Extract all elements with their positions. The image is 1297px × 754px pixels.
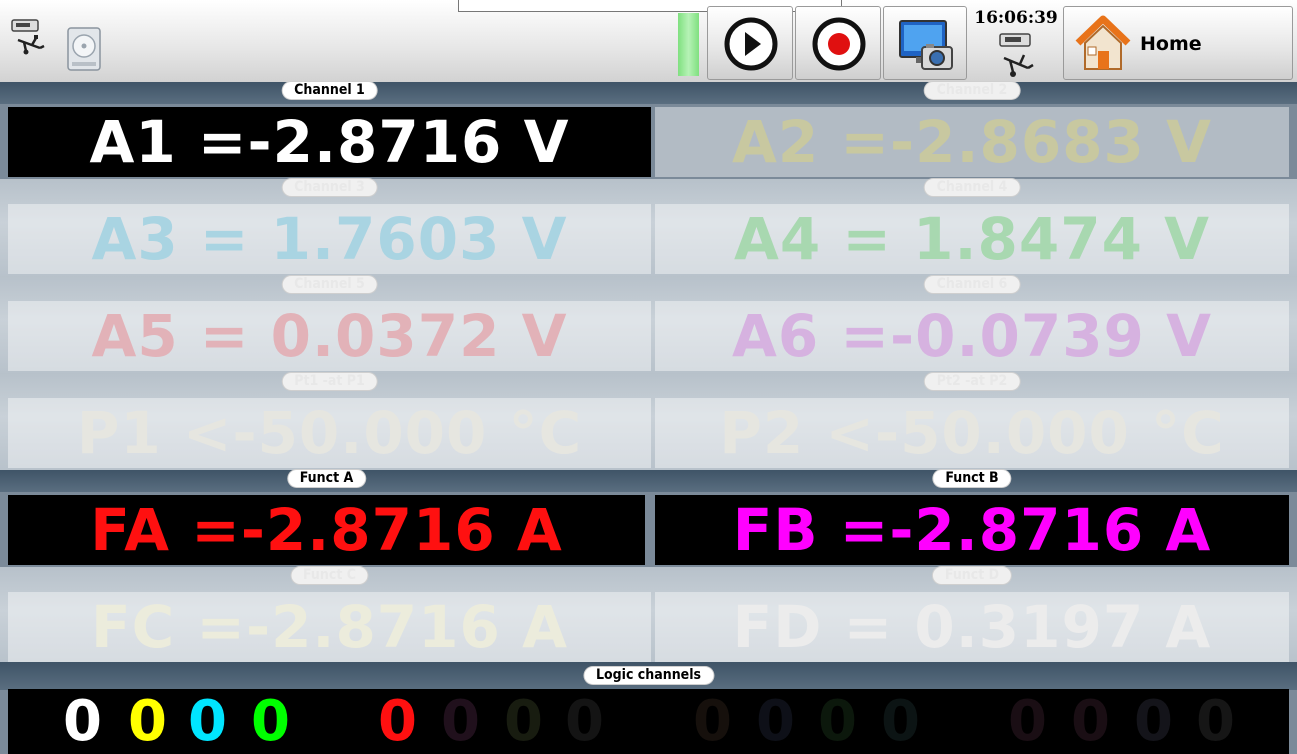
logic-header-strip: Logic channels	[0, 662, 1297, 690]
logic-digit: 0	[441, 689, 480, 754]
function-cell-a[interactable]: Funct A FA =-2.8716 A	[8, 470, 645, 567]
logic-digit: 0	[378, 689, 417, 754]
channel-tag: Channel 1	[282, 82, 377, 99]
logic-digit: 0	[188, 689, 227, 754]
channel-value: A2 =-2.8683 V	[655, 107, 1289, 177]
record-button[interactable]	[795, 6, 881, 80]
play-button[interactable]	[707, 6, 793, 80]
channel-cell-2[interactable]: Channel 2 A2 =-2.8683 V	[655, 82, 1289, 179]
channel-tag: Pt2 -at P2	[924, 373, 1020, 390]
home-button[interactable]: Home	[1063, 6, 1293, 80]
channel-tag: Channel 3	[282, 179, 377, 196]
logic-digit: 0	[63, 689, 102, 754]
disk-icon	[67, 27, 101, 71]
channel-value: A1 =-2.8716 V	[8, 107, 651, 177]
logic-digit: 0	[251, 689, 290, 754]
top-toolbar: 16:06:39 Home	[0, 0, 1297, 82]
screenshot-button[interactable]	[883, 6, 967, 80]
function-cell-d[interactable]: Funct D FD = 0.3197 A	[655, 567, 1289, 664]
channel-cell-3[interactable]: Channel 3 A3 = 1.7603 V	[8, 179, 651, 276]
function-cell-c[interactable]: Funct C FC =-2.8716 A	[8, 567, 651, 664]
channel-tag: Channel 6	[924, 276, 1020, 293]
channel-value: P2 <-50.000 °C	[655, 398, 1289, 468]
channel-cell-4[interactable]: Channel 4 A4 = 1.8474 V	[655, 179, 1289, 276]
status-icons	[10, 18, 110, 78]
logic-digit: 0	[1196, 689, 1235, 754]
logic-digit: 0	[818, 689, 857, 754]
logic-digit: 0	[1134, 689, 1173, 754]
clock-time: 16:06:39	[974, 8, 1058, 28]
logic-digit: 0	[1071, 689, 1110, 754]
logic-channels-row[interactable]: 0 0 0 0 0 0 0 0 0 0 0 0 0 0 0 0	[8, 689, 1289, 754]
channel-tag: Pt1 -at P1	[282, 373, 377, 390]
logic-digit: 0	[1008, 689, 1047, 754]
record-icon	[812, 17, 866, 71]
channel-value: FA =-2.8716 A	[8, 495, 645, 565]
function-cell-b[interactable]: Funct B FB =-2.8716 A	[655, 470, 1289, 567]
status-indicator	[678, 13, 699, 76]
channel-value: FC =-2.8716 A	[8, 592, 651, 662]
usb-icon	[11, 19, 45, 55]
play-icon	[724, 17, 778, 71]
usb-icon	[999, 33, 1034, 77]
clock-area: 16:06:39	[970, 6, 1062, 82]
logic-digit: 0	[693, 689, 732, 754]
channel-tag: Funct B	[933, 470, 1011, 487]
home-label: Home	[1140, 33, 1202, 55]
channel-value: A3 = 1.7603 V	[8, 204, 651, 274]
channel-value: FD = 0.3197 A	[655, 592, 1289, 662]
logic-tag: Logic channels	[583, 667, 714, 684]
logic-digit: 0	[128, 689, 167, 754]
logic-digit: 0	[565, 689, 604, 754]
channel-value: A5 = 0.0372 V	[8, 301, 651, 371]
channel-tag: Funct D	[932, 567, 1012, 584]
channel-panel-area: Channel 1 A1 =-2.8716 V Channel 2 A2 =-2…	[0, 82, 1297, 754]
channel-value: A6 =-0.0739 V	[655, 301, 1289, 371]
logic-digit: 0	[504, 689, 543, 754]
channel-cell-5[interactable]: Channel 5 A5 = 0.0372 V	[8, 276, 651, 373]
screenshot-icon	[899, 20, 953, 70]
channel-tag: Funct C	[291, 567, 368, 584]
channel-cell-6[interactable]: Channel 6 A6 =-0.0739 V	[655, 276, 1289, 373]
logic-digit: 0	[881, 689, 920, 754]
logic-digit: 0	[756, 689, 795, 754]
channel-tag: Channel 5	[282, 276, 377, 293]
channel-cell-p1[interactable]: Pt1 -at P1 P1 <-50.000 °C	[8, 373, 651, 470]
channel-value: P1 <-50.000 °C	[8, 398, 651, 468]
channel-tag: Funct A	[287, 470, 366, 487]
channel-cell-p2[interactable]: Pt2 -at P2 P2 <-50.000 °C	[655, 373, 1289, 470]
channel-value: A4 = 1.8474 V	[655, 204, 1289, 274]
home-icon	[1075, 15, 1131, 70]
channel-tag: Channel 2	[924, 82, 1020, 99]
channel-cell-1[interactable]: Channel 1 A1 =-2.8716 V	[8, 82, 651, 179]
channel-value: FB =-2.8716 A	[655, 495, 1289, 565]
channel-tag: Channel 4	[924, 179, 1020, 196]
